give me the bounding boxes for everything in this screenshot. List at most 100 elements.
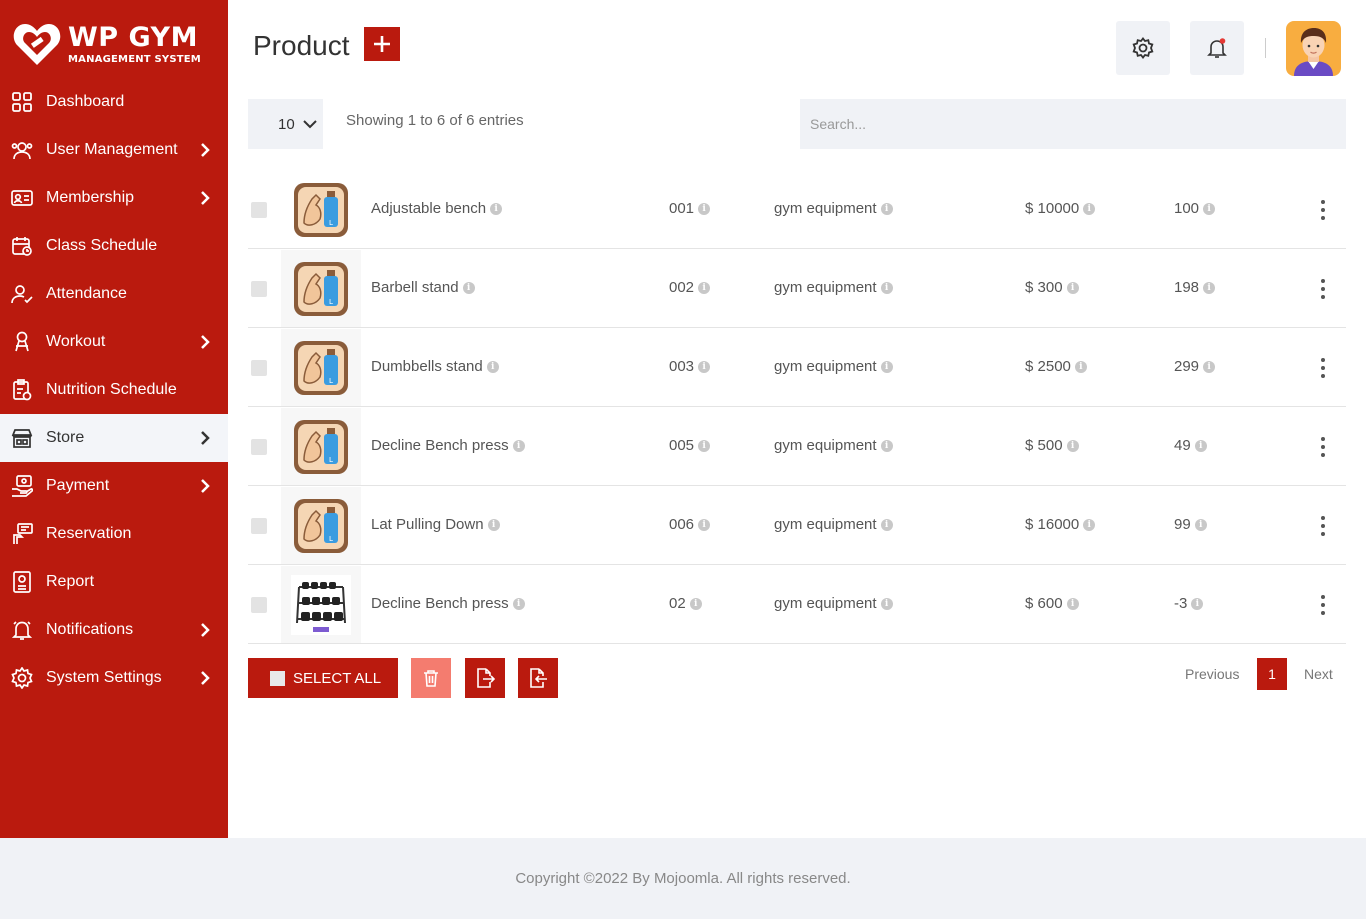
product-quantity: 198 bbox=[1174, 279, 1200, 296]
info-icon: i bbox=[1083, 518, 1096, 531]
nutrition-icon bbox=[11, 379, 33, 401]
product-price: $ 300 bbox=[1025, 279, 1063, 296]
row-checkbox[interactable] bbox=[251, 281, 267, 297]
product-category-cell: gym equipment i bbox=[774, 279, 893, 296]
product-code-cell: 001 i bbox=[669, 200, 711, 217]
chevron-right-icon bbox=[201, 335, 210, 349]
sidebar: WP GYM MANAGEMENT SYSTEM Dashboard User … bbox=[0, 0, 228, 838]
info-icon: i bbox=[689, 597, 702, 610]
sidebar-item-attendance[interactable]: Attendance bbox=[0, 270, 228, 318]
settings-button[interactable] bbox=[1116, 21, 1170, 75]
row-checkbox[interactable] bbox=[251, 439, 267, 455]
row-actions-menu[interactable] bbox=[1316, 277, 1330, 301]
select-all-button[interactable]: SELECT ALL bbox=[248, 658, 398, 698]
sidebar-item-store[interactable]: Store bbox=[0, 414, 228, 462]
product-category-cell: gym equipment i bbox=[774, 437, 893, 454]
product-category: gym equipment bbox=[774, 595, 877, 612]
membership-card-icon bbox=[11, 187, 33, 209]
product-name: Dumbbells stand bbox=[371, 358, 483, 375]
row-actions-menu[interactable] bbox=[1316, 356, 1330, 380]
info-icon: i bbox=[1066, 439, 1079, 452]
row-checkbox[interactable] bbox=[251, 360, 267, 376]
sidebar-item-class-schedule[interactable]: Class Schedule bbox=[0, 222, 228, 270]
table-row: L Barbell stand i 002 i gym equipment i $ 3… bbox=[248, 249, 1346, 328]
product-category-cell: gym equipment i bbox=[774, 595, 893, 612]
product-code: 001 bbox=[669, 200, 695, 217]
product-quantity: 99 bbox=[1174, 516, 1191, 533]
calendar-icon bbox=[11, 235, 33, 257]
sidebar-item-label: Notifications bbox=[46, 621, 134, 638]
sidebar-item-reservation[interactable]: Reservation bbox=[0, 510, 228, 558]
product-name: Barbell stand bbox=[371, 279, 459, 296]
product-category-cell: gym equipment i bbox=[774, 200, 893, 217]
add-product-button[interactable] bbox=[364, 27, 400, 61]
delete-selected-button[interactable] bbox=[411, 658, 451, 698]
search-input[interactable] bbox=[800, 99, 1346, 149]
notifications-button[interactable] bbox=[1190, 21, 1244, 75]
chevron-right-icon bbox=[201, 191, 210, 205]
sidebar-item-membership[interactable]: Membership bbox=[0, 174, 228, 222]
select-all-checkbox bbox=[270, 670, 285, 686]
pagination-next[interactable]: Next bbox=[1304, 666, 1333, 682]
brand-logo[interactable]: WP GYM MANAGEMENT SYSTEM bbox=[12, 20, 217, 68]
sidebar-item-workout[interactable]: Workout bbox=[0, 318, 228, 366]
product-name: Decline Bench press bbox=[371, 595, 509, 612]
pagination-page-1[interactable]: 1 bbox=[1257, 658, 1287, 690]
pagination-previous[interactable]: Previous bbox=[1185, 666, 1239, 682]
report-icon bbox=[11, 571, 33, 593]
product-category: gym equipment bbox=[774, 516, 877, 533]
product-price-cell: $ 10000 i bbox=[1025, 200, 1096, 217]
sidebar-item-notifications[interactable]: Notifications bbox=[0, 606, 228, 654]
product-price: $ 600 bbox=[1025, 595, 1063, 612]
import-button[interactable] bbox=[518, 658, 558, 698]
product-name: Lat Pulling Down bbox=[371, 516, 484, 533]
row-actions-menu[interactable] bbox=[1316, 514, 1330, 538]
sidebar-item-payment[interactable]: Payment bbox=[0, 462, 228, 510]
product-image: L bbox=[281, 487, 361, 564]
product-image bbox=[281, 566, 361, 643]
product-quantity-cell: 198 i bbox=[1174, 279, 1216, 296]
row-checkbox[interactable] bbox=[251, 202, 267, 218]
export-button[interactable] bbox=[465, 658, 505, 698]
table-row: L Lat Pulling Down i 006 i gym equipment i … bbox=[248, 486, 1346, 565]
row-actions-menu[interactable] bbox=[1316, 198, 1330, 222]
footer: Copyright ©2022 By Mojoomla. All rights … bbox=[0, 838, 1366, 919]
info-icon: i bbox=[1203, 281, 1216, 294]
sidebar-item-user-management[interactable]: User Management bbox=[0, 126, 228, 174]
info-icon: i bbox=[1066, 281, 1079, 294]
sidebar-item-label: User Management bbox=[46, 141, 178, 158]
product-code-cell: 003 i bbox=[669, 358, 711, 375]
product-category: gym equipment bbox=[774, 279, 877, 296]
select-all-label: SELECT ALL bbox=[293, 669, 382, 687]
row-checkbox[interactable] bbox=[251, 597, 267, 613]
workout-icon bbox=[11, 331, 33, 353]
product-price-cell: $ 600 i bbox=[1025, 595, 1079, 612]
reservation-icon bbox=[11, 523, 33, 545]
sidebar-item-report[interactable]: Report bbox=[0, 558, 228, 606]
product-category: gym equipment bbox=[774, 200, 877, 217]
import-file-icon bbox=[530, 668, 547, 688]
products-table: L Adjustable bench i 001 i gym equipment i … bbox=[248, 170, 1346, 644]
product-price: $ 16000 bbox=[1025, 516, 1080, 533]
sidebar-item-label: Dashboard bbox=[46, 93, 125, 110]
sidebar-item-dashboard[interactable]: Dashboard bbox=[0, 78, 228, 126]
info-icon: i bbox=[880, 202, 893, 215]
gym-app-icon: L bbox=[294, 261, 348, 316]
info-icon: i bbox=[512, 439, 525, 452]
trash-icon bbox=[424, 670, 438, 687]
avatar[interactable] bbox=[1286, 21, 1341, 76]
sidebar-item-label: Payment bbox=[46, 477, 110, 494]
page-length-select[interactable]: 10 bbox=[248, 99, 323, 149]
sidebar-item-nutrition-schedule[interactable]: Nutrition Schedule bbox=[0, 366, 228, 414]
product-name-cell: Decline Bench press i bbox=[371, 437, 525, 454]
row-checkbox[interactable] bbox=[251, 518, 267, 534]
product-code: 006 bbox=[669, 516, 695, 533]
sidebar-item-label: Workout bbox=[46, 333, 106, 350]
info-icon: i bbox=[698, 281, 711, 294]
product-name-cell: Lat Pulling Down i bbox=[371, 516, 500, 533]
row-actions-menu[interactable] bbox=[1316, 435, 1330, 459]
sidebar-item-system-settings[interactable]: System Settings bbox=[0, 654, 228, 702]
info-icon: i bbox=[880, 439, 893, 452]
product-code: 002 bbox=[669, 279, 695, 296]
row-actions-menu[interactable] bbox=[1316, 593, 1330, 617]
